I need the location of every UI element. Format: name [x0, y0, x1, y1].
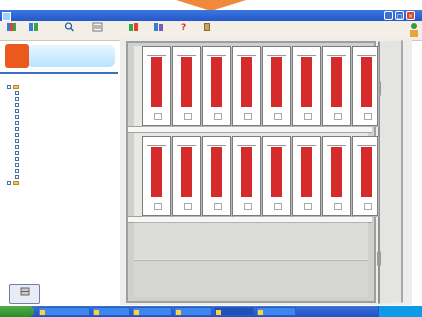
- binder-label: [331, 147, 342, 197]
- binder[interactable]: [202, 136, 231, 216]
- shelf-board: [128, 126, 372, 133]
- library-logo: [5, 44, 115, 72]
- toolbar-button-link[interactable]: [148, 22, 168, 39]
- bookshelf-cabinet: [120, 38, 412, 305]
- binder-label: [331, 57, 342, 107]
- person-icon[interactable]: [408, 22, 420, 38]
- window-titlebar: _ □ ×: [0, 10, 422, 21]
- binder-label: [211, 57, 222, 107]
- taskbar-item-active[interactable]: [214, 307, 254, 316]
- binder[interactable]: [172, 46, 201, 126]
- binder-label: [241, 57, 252, 107]
- lower-compartment: [134, 222, 368, 259]
- help-icon: ?: [181, 23, 186, 32]
- binder[interactable]: [232, 46, 261, 126]
- logo-mark: [5, 44, 29, 68]
- folder-icon: [13, 85, 19, 89]
- binder[interactable]: [352, 136, 378, 216]
- taskbar-item[interactable]: [38, 307, 90, 316]
- binder[interactable]: [292, 46, 321, 126]
- binder[interactable]: [142, 136, 171, 216]
- toolbar-button-help[interactable]: ?: [176, 22, 190, 39]
- toolbar-button-exit[interactable]: [200, 22, 214, 39]
- toolbar-button-search[interactable]: [62, 22, 76, 39]
- tree-panel: [5, 78, 119, 288]
- start-button[interactable]: [0, 306, 34, 317]
- binder[interactable]: [352, 46, 378, 126]
- taskbar-item[interactable]: [174, 307, 212, 316]
- toolbar-button-binder-edit[interactable]: [24, 22, 42, 39]
- toolbar-button-list[interactable]: [88, 22, 106, 39]
- binder-label: [271, 147, 282, 197]
- taskbar-item[interactable]: [256, 307, 296, 316]
- lower-compartment: [134, 260, 368, 297]
- binder-label: [181, 57, 192, 107]
- system-tray-clock: [378, 306, 422, 317]
- binder-label: [301, 57, 312, 107]
- binder[interactable]: [262, 46, 291, 126]
- toolbar-button-binder-open[interactable]: [2, 22, 20, 39]
- binder[interactable]: [322, 136, 351, 216]
- cabinet-door: [377, 40, 403, 304]
- binder[interactable]: [262, 136, 291, 216]
- logo-title: [27, 45, 115, 67]
- binder[interactable]: [322, 46, 351, 126]
- svg-text:?: ?: [181, 23, 186, 32]
- management-icon: [128, 23, 138, 31]
- shelf-button[interactable]: [9, 284, 40, 304]
- binder[interactable]: [292, 136, 321, 216]
- binder-label: [211, 147, 222, 197]
- close-button[interactable]: ×: [406, 11, 415, 20]
- binder-edit-icon: [28, 23, 38, 31]
- list-view-icon: [92, 22, 102, 32]
- binder[interactable]: [232, 136, 261, 216]
- tree-folder[interactable]: [7, 181, 21, 188]
- exit-icon: [203, 23, 210, 31]
- binder[interactable]: [172, 136, 201, 216]
- binder-label: [271, 57, 282, 107]
- binder[interactable]: [142, 46, 171, 126]
- maximize-button[interactable]: □: [395, 11, 404, 20]
- toolbar-button-manage[interactable]: [124, 22, 142, 39]
- taskbar: [0, 306, 422, 317]
- binder-label: [241, 147, 252, 197]
- logo-underline: [0, 72, 118, 74]
- binder-label: [361, 57, 372, 107]
- binder-label: [151, 147, 162, 197]
- binder[interactable]: [202, 46, 231, 126]
- binder-label: [181, 147, 192, 197]
- books-icon: [6, 23, 16, 31]
- minimize-button[interactable]: _: [384, 11, 393, 20]
- taskbar-item[interactable]: [92, 307, 130, 316]
- binder-label: [151, 57, 162, 107]
- folder-icon: [13, 181, 19, 185]
- link-icon: [153, 23, 163, 31]
- cabinet-icon: [20, 287, 30, 296]
- binder-label: [361, 147, 372, 197]
- search-icon: [64, 22, 74, 32]
- app-icon: [2, 12, 11, 21]
- binder-label: [301, 147, 312, 197]
- taskbar-item[interactable]: [132, 307, 172, 316]
